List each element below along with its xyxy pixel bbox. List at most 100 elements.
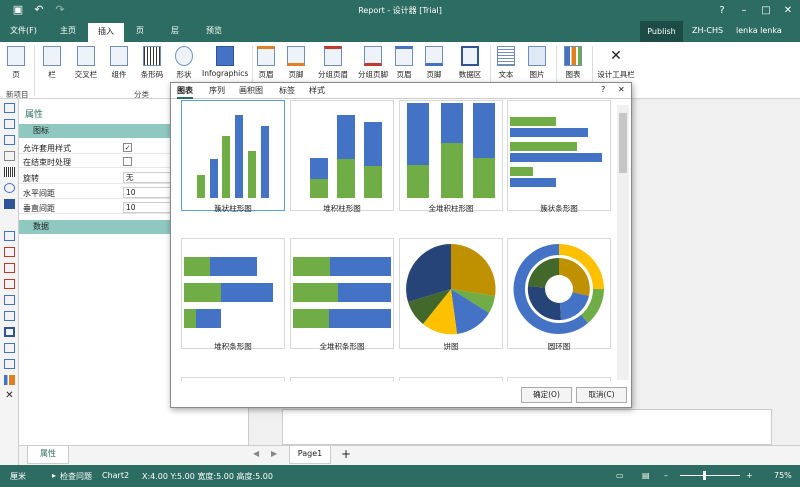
user-menu[interactable]: lenka lenka (736, 26, 782, 35)
dialog-scrollbar[interactable] (617, 105, 629, 380)
toolbox-chart-icon[interactable] (4, 375, 15, 385)
chart-tile-clustered-column[interactable]: 簇状柱形图 (181, 100, 285, 213)
prev-page-icon[interactable]: ◀ (253, 449, 259, 458)
bottom-tab-bar: 属性 ◀ ▶ Page1 + (19, 445, 800, 465)
view-mode-icon[interactable]: ▭ (616, 471, 624, 480)
fit-page-icon[interactable]: ▤ (642, 471, 650, 480)
cancel-button[interactable]: 取消(C) (576, 387, 627, 403)
properties-tab[interactable]: 属性 (27, 446, 69, 464)
page-button[interactable]: 页 (6, 46, 26, 80)
zoom-slider[interactable] (680, 475, 740, 476)
columns-icon (43, 46, 61, 66)
tab-file[interactable]: 文件(F) (10, 25, 37, 36)
toolbox-group-footer-icon[interactable] (4, 279, 15, 289)
tab-layer[interactable]: 层 (171, 25, 179, 36)
tab-home[interactable]: 主页 (60, 25, 76, 36)
text-button[interactable]: 文本 (495, 46, 517, 80)
data-band-button[interactable]: 数据区 (456, 46, 484, 80)
tab-style[interactable]: 样式 (309, 85, 325, 96)
zoom-out-icon[interactable]: – (664, 471, 668, 480)
language-selector[interactable]: ZH-CHS (692, 26, 723, 35)
process-at-end-checkbox[interactable] (123, 157, 132, 166)
chart-tile-row3-2[interactable] (290, 377, 394, 381)
image-button[interactable]: 图片 (526, 46, 548, 80)
tab-page[interactable]: 页 (136, 25, 144, 36)
ok-button[interactable]: 确定(O) (521, 387, 572, 403)
toolbox-group-header-icon[interactable] (4, 263, 15, 273)
header-button[interactable]: 页眉 (394, 46, 414, 80)
tab-insert[interactable]: 插入 (88, 23, 124, 42)
publish-button[interactable]: Publish (640, 21, 683, 42)
components-button[interactable]: 组件 (106, 46, 132, 80)
zoom-slider-thumb[interactable] (703, 471, 706, 480)
toolbox-shape-icon[interactable] (4, 183, 15, 193)
page-footer-button[interactable]: 页脚 (286, 46, 306, 80)
toolbox-component-icon[interactable] (4, 151, 15, 161)
chart-tile-row3-4[interactable] (507, 377, 611, 381)
unit-selector[interactable]: 厘米 (10, 471, 26, 482)
chart-tile-stacked-column[interactable]: 堆积柱形图 (290, 100, 394, 213)
barcode-button[interactable]: 条形码 (138, 46, 166, 80)
toolbox-header-icon[interactable] (4, 295, 15, 305)
check-icon[interactable]: ▸ (52, 471, 56, 480)
shape-button[interactable]: 形状 (172, 46, 196, 80)
tab-preview[interactable]: 预览 (206, 25, 222, 36)
zoom-level: 75% (774, 471, 792, 480)
toolbox-infographics-icon[interactable] (4, 199, 15, 209)
tab-chart[interactable]: 图表 (177, 85, 193, 99)
toolbox-tools-icon[interactable]: ✕ (4, 391, 15, 401)
close-icon[interactable]: ✕ (778, 0, 798, 21)
toolbox-text-icon[interactable] (4, 343, 15, 353)
cross-columns-button[interactable]: 交叉栏 (72, 46, 100, 80)
chart-tile-full-stacked-column[interactable]: 全堆积柱形图 (399, 100, 503, 213)
help-icon[interactable]: ? (712, 0, 732, 21)
chart-tile-stacked-bar[interactable]: 堆积条形图 (181, 238, 285, 351)
text-icon (497, 46, 515, 66)
chart-tile-doughnut[interactable]: 圆环图 (507, 238, 611, 351)
footer-button[interactable]: 页脚 (424, 46, 444, 80)
design-toolbar-button[interactable]: ✕ 设计工具栏 (596, 46, 636, 80)
infographics-button[interactable]: Infographics (202, 46, 248, 78)
columns-button[interactable]: 栏 (40, 46, 64, 80)
stacked-bar-preview (184, 257, 273, 328)
tab-labels[interactable]: 标签 (279, 85, 295, 96)
minimize-icon[interactable]: – (734, 0, 754, 21)
next-page-icon[interactable]: ▶ (271, 449, 277, 458)
dialog-scroll-thumb[interactable] (619, 113, 627, 173)
doughnut-preview (513, 243, 604, 334)
toolbox-footer-icon[interactable] (4, 311, 15, 321)
maximize-icon[interactable]: □ (756, 0, 776, 21)
page-tab[interactable]: Page1 (289, 446, 331, 464)
page-header-button[interactable]: 页眉 (256, 46, 276, 80)
tab-series[interactable]: 序列 (209, 85, 225, 96)
group-header-button[interactable]: 分组页眉 (316, 46, 350, 80)
help-icon[interactable]: ? (601, 85, 605, 94)
zoom-in-icon[interactable]: + (746, 471, 753, 480)
check-issues[interactable]: 检查问题 (60, 471, 92, 482)
group-footer-button[interactable]: 分组页脚 (356, 46, 390, 80)
close-icon[interactable]: ✕ (618, 85, 625, 94)
title-bar: ▣ ↶ ↷ Report - 设计器 [Trial] ? – □ ✕ (0, 0, 800, 21)
chart-button[interactable]: 图表 (562, 46, 584, 80)
toolbox-page-icon[interactable] (4, 103, 15, 113)
clustered-bar-preview (510, 117, 602, 187)
chart-tile-row3-3[interactable] (399, 377, 503, 381)
chart-tile-pie[interactable]: 饼图 (399, 238, 503, 351)
toolbox-databand-icon[interactable] (4, 327, 15, 337)
image-icon (528, 46, 546, 66)
add-page-button[interactable]: + (341, 447, 351, 461)
chart-tile-full-stacked-bar[interactable]: 全堆积条形图 (290, 238, 394, 351)
toolbox-image-icon[interactable] (4, 359, 15, 369)
allow-style-checkbox[interactable]: ✓ (123, 143, 132, 152)
chart-tile-row3-1[interactable] (181, 377, 285, 381)
components-icon (110, 46, 128, 66)
chart-tile-clustered-bar[interactable]: 簇状条形图 (507, 100, 611, 213)
toolbox-columns-icon[interactable] (4, 119, 15, 129)
toolbox-cross-icon[interactable] (4, 135, 15, 145)
toolbox-page-footer-icon[interactable] (4, 247, 15, 257)
toolbox-barcode-icon[interactable] (4, 167, 15, 177)
toolbox-page-header-icon[interactable] (4, 231, 15, 241)
tab-area[interactable]: 画积图 (239, 85, 263, 96)
page-surface[interactable] (282, 409, 772, 445)
component-name: Chart2 (102, 471, 130, 480)
